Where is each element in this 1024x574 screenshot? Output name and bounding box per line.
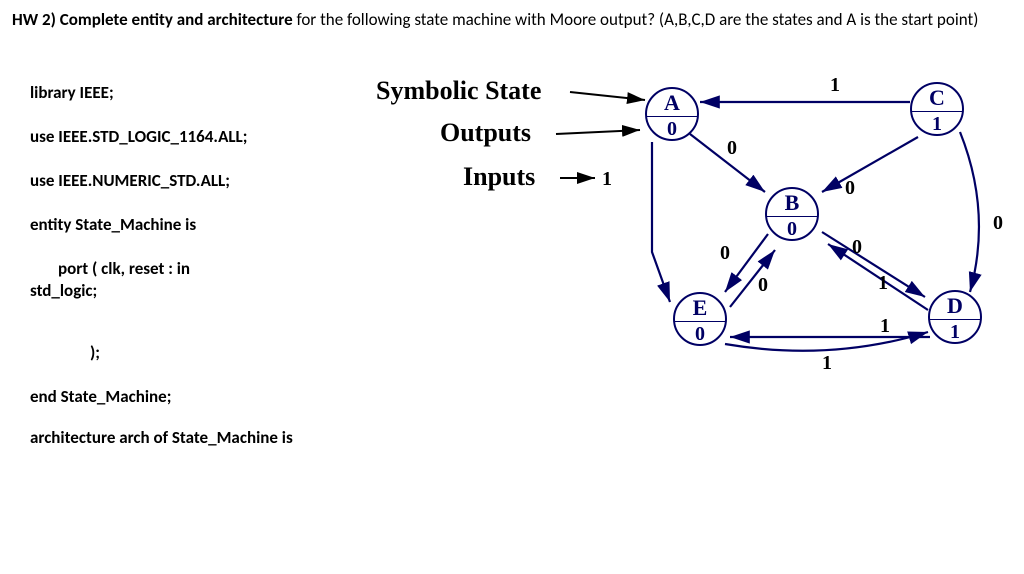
code-line-end-entity: end State_Machine;: [30, 386, 360, 408]
content-area: library IEEE; use IEEE.STD_LOGIC_1164.AL…: [12, 82, 1012, 449]
edge-A-E: 1: [602, 168, 612, 191]
edge-D-E: 1: [822, 352, 832, 375]
edge-C-B: 0: [845, 177, 855, 200]
diagram-svg: [370, 82, 1024, 462]
edge-A-B: 0: [727, 137, 737, 160]
state-B: B 0: [765, 187, 819, 241]
edge-E-B: 0: [758, 274, 768, 297]
state-C: C 1: [910, 82, 964, 136]
state-diagram: Symbolic State Outputs Inputs: [370, 82, 1012, 449]
code-line-library: library IEEE;: [30, 82, 360, 104]
question-header: HW 2) Complete entity and architecture f…: [12, 8, 1012, 32]
edge-E-D: 1: [880, 315, 890, 338]
state-A: A 0: [645, 87, 699, 141]
edge-C-D: 0: [993, 212, 1003, 235]
code-line-arch: architecture arch of State_Machine is: [30, 427, 360, 449]
code-line-port: port ( clk, reset : in std_logic;: [30, 258, 360, 302]
question-rest: for the following state machine with Moo…: [293, 9, 979, 30]
state-E: E 0: [673, 292, 727, 346]
code-line-use2: use IEEE.NUMERIC_STD.ALL;: [30, 170, 360, 192]
code-line-use1: use IEEE.STD_LOGIC_1164.ALL;: [30, 126, 360, 148]
state-D: D 1: [928, 290, 982, 344]
vhdl-code: library IEEE; use IEEE.STD_LOGIC_1164.AL…: [12, 82, 370, 449]
edge-C-A: 1: [830, 74, 840, 97]
edge-D-B: 0: [852, 236, 862, 259]
code-line-entity: entity State_Machine is: [30, 214, 360, 236]
edge-B-D: 1: [878, 272, 888, 295]
edge-B-E: 0: [720, 242, 730, 265]
question-bold: HW 2) Complete entity and architecture: [12, 9, 293, 30]
code-line-close-port: );: [30, 342, 360, 364]
